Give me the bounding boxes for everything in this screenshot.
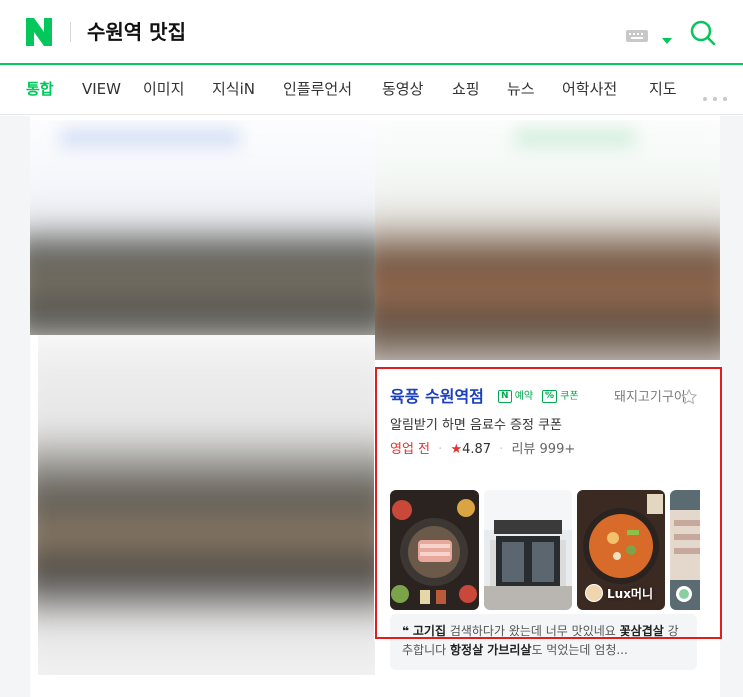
review-keyword: 고기집 bbox=[412, 624, 446, 638]
coupon-promo[interactable]: 알림받기 하면 음료수 증정 쿠폰 bbox=[390, 416, 562, 436]
photo-bbq-table[interactable] bbox=[390, 490, 479, 610]
photo-user-name: Lux머니 bbox=[607, 586, 654, 601]
coupon-badge[interactable]: % 쿠폰 bbox=[542, 390, 579, 405]
place-name[interactable]: 육풍 수원역점 bbox=[390, 386, 484, 408]
reserve-badge[interactable]: N 예약 bbox=[498, 390, 533, 405]
star-icon[interactable] bbox=[680, 388, 698, 406]
tab-video[interactable]: 동영상 bbox=[382, 79, 423, 99]
blurred-result-bottom-left bbox=[38, 335, 375, 675]
rating-star-icon: ★ bbox=[450, 442, 463, 457]
keyboard-icon[interactable] bbox=[626, 27, 648, 42]
search-tabs: 통합 VIEW 이미지 지식iN 인플루언서 동영상 쇼핑 뉴스 어학사전 지도 bbox=[0, 65, 743, 115]
tab-kin[interactable]: 지식iN bbox=[212, 79, 255, 99]
tab-view[interactable]: VIEW bbox=[82, 79, 121, 99]
photo-user-label: Lux머니 bbox=[585, 584, 653, 602]
tab-integrated[interactable]: 통합 bbox=[26, 79, 54, 99]
review-text: 검색하다가 왔는데 너무 맛있네요 bbox=[446, 624, 620, 638]
quote-icon: ❝ bbox=[402, 624, 410, 638]
place-status-row: 영업 전 · ★4.87 · 리뷰 999+ bbox=[390, 440, 575, 460]
tab-shopping[interactable]: 쇼핑 bbox=[452, 79, 480, 99]
business-status: 영업 전 bbox=[390, 442, 431, 457]
review-count[interactable]: 리뷰 999+ bbox=[511, 442, 575, 457]
tab-news[interactable]: 뉴스 bbox=[507, 79, 535, 99]
avatar bbox=[585, 584, 603, 602]
more-icon[interactable] bbox=[702, 87, 728, 101]
reserve-badge-label: 예약 bbox=[514, 391, 534, 402]
place-category: 돼지고기구이 bbox=[614, 390, 686, 405]
blurred-result-top-right bbox=[375, 120, 720, 360]
tab-influencer[interactable]: 인플루언서 bbox=[283, 79, 352, 99]
coupon-badge-label: 쿠폰 bbox=[560, 391, 579, 402]
tab-images[interactable]: 이미지 bbox=[143, 79, 184, 99]
review-text: 도 먹었는데 엄청... bbox=[531, 643, 628, 657]
search-icon[interactable] bbox=[688, 18, 718, 48]
review-keyword: 항정살 가브리살 bbox=[449, 643, 532, 657]
naver-logo-icon[interactable] bbox=[26, 18, 52, 46]
tab-map[interactable]: 지도 bbox=[649, 79, 677, 99]
header-divider bbox=[70, 22, 71, 42]
separator-dot: · bbox=[499, 442, 504, 457]
review-keyword: 꽃삼겹살 bbox=[619, 624, 664, 638]
tab-dictionary[interactable]: 어학사전 bbox=[562, 79, 617, 99]
chevron-down-icon[interactable] bbox=[662, 30, 672, 44]
review-snippet[interactable]: ❝ 고기집 검색하다가 왔는데 너무 맛있네요 꽃삼겹살 강추합니다 항정살 가… bbox=[390, 614, 697, 670]
search-query[interactable]: 수원역 맛집 bbox=[87, 16, 186, 48]
reserve-badge-box: N bbox=[498, 390, 512, 403]
photo-stew[interactable]: Lux머니 bbox=[577, 490, 665, 610]
coupon-badge-box: % bbox=[542, 390, 558, 403]
photo-strip[interactable]: Lux머니 bbox=[390, 490, 700, 610]
separator-dot: · bbox=[438, 442, 443, 457]
photo-sliced-meat[interactable] bbox=[670, 490, 700, 610]
blurred-result-top-left bbox=[30, 120, 375, 335]
photo-storefront[interactable] bbox=[484, 490, 572, 610]
header: 수원역 맛집 bbox=[0, 0, 743, 64]
rating-value: 4.87 bbox=[462, 442, 492, 457]
place-card[interactable]: 육풍 수원역점 N 예약 % 쿠폰 돼지고기구이 알림받기 하면 음료수 증정 … bbox=[374, 366, 720, 642]
